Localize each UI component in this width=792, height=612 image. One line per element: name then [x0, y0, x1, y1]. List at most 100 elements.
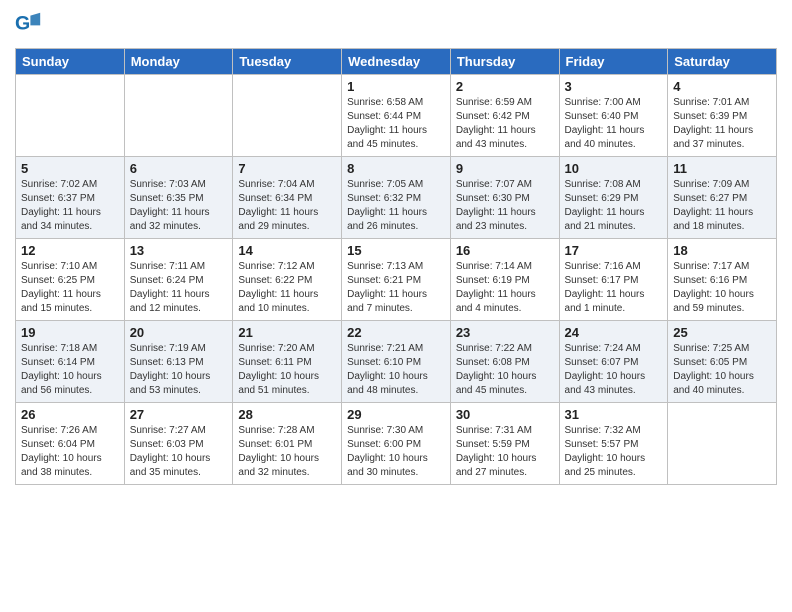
day-number: 19 [21, 325, 119, 340]
calendar-week-5: 26 Sunrise: 7:26 AM Sunset: 6:04 PM Dayli… [16, 403, 777, 485]
day-number: 3 [565, 79, 663, 94]
day-info: Sunrise: 7:03 AM Sunset: 6:35 PM Dayligh… [130, 178, 228, 234]
calendar-cell: 10 Sunrise: 7:08 AM Sunset: 6:29 PM Dayli… [559, 157, 668, 239]
weekday-header-thursday: Thursday [450, 49, 559, 75]
day-number: 22 [347, 325, 445, 340]
calendar-cell: 5 Sunrise: 7:02 AM Sunset: 6:37 PM Daylig… [16, 157, 125, 239]
calendar-cell: 25 Sunrise: 7:25 AM Sunset: 6:05 PM Dayli… [668, 321, 777, 403]
calendar-cell: 28 Sunrise: 7:28 AM Sunset: 6:01 PM Dayli… [233, 403, 342, 485]
day-number: 29 [347, 407, 445, 422]
day-info: Sunrise: 7:30 AM Sunset: 6:00 PM Dayligh… [347, 424, 445, 480]
day-number: 9 [456, 161, 554, 176]
calendar-cell [124, 75, 233, 157]
weekday-header-wednesday: Wednesday [342, 49, 451, 75]
weekday-header-tuesday: Tuesday [233, 49, 342, 75]
day-number: 2 [456, 79, 554, 94]
day-info: Sunrise: 7:19 AM Sunset: 6:13 PM Dayligh… [130, 342, 228, 398]
day-number: 7 [238, 161, 336, 176]
calendar-cell: 8 Sunrise: 7:05 AM Sunset: 6:32 PM Daylig… [342, 157, 451, 239]
day-number: 10 [565, 161, 663, 176]
day-number: 20 [130, 325, 228, 340]
day-number: 13 [130, 243, 228, 258]
day-info: Sunrise: 7:04 AM Sunset: 6:34 PM Dayligh… [238, 178, 336, 234]
logo-icon: G [15, 10, 43, 38]
calendar-cell [16, 75, 125, 157]
weekday-header-saturday: Saturday [668, 49, 777, 75]
day-number: 28 [238, 407, 336, 422]
calendar-cell: 14Sunrise: 7:12 AM Sunset: 6:22 PM Dayli… [233, 239, 342, 321]
day-info: Sunrise: 7:14 AM Sunset: 6:19 PM Dayligh… [456, 260, 554, 316]
calendar-cell: 16 Sunrise: 7:14 AM Sunset: 6:19 PM Dayli… [450, 239, 559, 321]
weekday-header-sunday: Sunday [16, 49, 125, 75]
calendar-week-2: 5 Sunrise: 7:02 AM Sunset: 6:37 PM Daylig… [16, 157, 777, 239]
calendar-cell: 29 Sunrise: 7:30 AM Sunset: 6:00 PM Dayli… [342, 403, 451, 485]
day-number: 14 [238, 243, 336, 258]
calendar-cell: 6 Sunrise: 7:03 AM Sunset: 6:35 PM Daylig… [124, 157, 233, 239]
calendar-cell: 2 Sunrise: 6:59 AM Sunset: 6:42 PM Daylig… [450, 75, 559, 157]
day-info: Sunrise: 7:21 AM Sunset: 6:10 PM Dayligh… [347, 342, 445, 398]
weekday-header-friday: Friday [559, 49, 668, 75]
calendar-cell [233, 75, 342, 157]
day-number: 31 [565, 407, 663, 422]
day-info: Sunrise: 7:20 AM Sunset: 6:11 PM Dayligh… [238, 342, 336, 398]
day-info: Sunrise: 7:07 AM Sunset: 6:30 PM Dayligh… [456, 178, 554, 234]
day-info: Sunrise: 7:01 AM Sunset: 6:39 PM Dayligh… [673, 96, 771, 152]
calendar-week-1: 1 Sunrise: 6:58 AM Sunset: 6:44 PM Daylig… [16, 75, 777, 157]
calendar-cell: 7 Sunrise: 7:04 AM Sunset: 6:34 PM Daylig… [233, 157, 342, 239]
calendar-cell: 12Sunrise: 7:10 AM Sunset: 6:25 PM Dayli… [16, 239, 125, 321]
day-info: Sunrise: 7:02 AM Sunset: 6:37 PM Dayligh… [21, 178, 119, 234]
calendar-cell: 24Sunrise: 7:24 AM Sunset: 6:07 PM Dayli… [559, 321, 668, 403]
calendar-cell: 21 Sunrise: 7:20 AM Sunset: 6:11 PM Dayli… [233, 321, 342, 403]
calendar-cell: 3Sunrise: 7:00 AM Sunset: 6:40 PM Daylig… [559, 75, 668, 157]
day-info: Sunrise: 7:13 AM Sunset: 6:21 PM Dayligh… [347, 260, 445, 316]
calendar-cell: 30 Sunrise: 7:31 AM Sunset: 5:59 PM Dayli… [450, 403, 559, 485]
calendar-cell: 22 Sunrise: 7:21 AM Sunset: 6:10 PM Dayli… [342, 321, 451, 403]
calendar-cell: 1 Sunrise: 6:58 AM Sunset: 6:44 PM Daylig… [342, 75, 451, 157]
day-info: Sunrise: 7:11 AM Sunset: 6:24 PM Dayligh… [130, 260, 228, 316]
day-number: 6 [130, 161, 228, 176]
day-info: Sunrise: 7:32 AM Sunset: 5:57 PM Dayligh… [565, 424, 663, 480]
day-number: 4 [673, 79, 771, 94]
day-number: 18 [673, 243, 771, 258]
day-number: 21 [238, 325, 336, 340]
day-number: 27 [130, 407, 228, 422]
day-info: Sunrise: 7:31 AM Sunset: 5:59 PM Dayligh… [456, 424, 554, 480]
page: G SundayMondayTuesdayWednesdayThursdayFr… [0, 0, 792, 500]
svg-text:G: G [15, 13, 30, 35]
day-number: 25 [673, 325, 771, 340]
calendar-cell: 18 Sunrise: 7:17 AM Sunset: 6:16 PM Dayli… [668, 239, 777, 321]
day-number: 26 [21, 407, 119, 422]
day-number: 17 [565, 243, 663, 258]
day-info: Sunrise: 7:24 AM Sunset: 6:07 PM Dayligh… [565, 342, 663, 398]
day-number: 30 [456, 407, 554, 422]
calendar-week-3: 12Sunrise: 7:10 AM Sunset: 6:25 PM Dayli… [16, 239, 777, 321]
day-info: Sunrise: 7:05 AM Sunset: 6:32 PM Dayligh… [347, 178, 445, 234]
calendar-cell: 31 Sunrise: 7:32 AM Sunset: 5:57 PM Dayli… [559, 403, 668, 485]
calendar-cell: 11 Sunrise: 7:09 AM Sunset: 6:27 PM Dayli… [668, 157, 777, 239]
header: G [15, 10, 777, 38]
day-info: Sunrise: 7:08 AM Sunset: 6:29 PM Dayligh… [565, 178, 663, 234]
day-info: Sunrise: 7:18 AM Sunset: 6:14 PM Dayligh… [21, 342, 119, 398]
calendar-cell: 23Sunrise: 7:22 AM Sunset: 6:08 PM Dayli… [450, 321, 559, 403]
day-info: Sunrise: 7:16 AM Sunset: 6:17 PM Dayligh… [565, 260, 663, 316]
day-info: Sunrise: 7:28 AM Sunset: 6:01 PM Dayligh… [238, 424, 336, 480]
day-number: 8 [347, 161, 445, 176]
day-info: Sunrise: 7:27 AM Sunset: 6:03 PM Dayligh… [130, 424, 228, 480]
day-number: 1 [347, 79, 445, 94]
day-number: 5 [21, 161, 119, 176]
day-info: Sunrise: 7:26 AM Sunset: 6:04 PM Dayligh… [21, 424, 119, 480]
weekday-header-monday: Monday [124, 49, 233, 75]
day-info: Sunrise: 7:17 AM Sunset: 6:16 PM Dayligh… [673, 260, 771, 316]
day-info: Sunrise: 7:09 AM Sunset: 6:27 PM Dayligh… [673, 178, 771, 234]
day-info: Sunrise: 6:58 AM Sunset: 6:44 PM Dayligh… [347, 96, 445, 152]
day-info: Sunrise: 7:25 AM Sunset: 6:05 PM Dayligh… [673, 342, 771, 398]
calendar-week-4: 19 Sunrise: 7:18 AM Sunset: 6:14 PM Dayli… [16, 321, 777, 403]
day-number: 11 [673, 161, 771, 176]
day-number: 16 [456, 243, 554, 258]
calendar-cell: 17 Sunrise: 7:16 AM Sunset: 6:17 PM Dayli… [559, 239, 668, 321]
calendar-cell: 19 Sunrise: 7:18 AM Sunset: 6:14 PM Dayli… [16, 321, 125, 403]
day-info: Sunrise: 7:10 AM Sunset: 6:25 PM Dayligh… [21, 260, 119, 316]
day-number: 23 [456, 325, 554, 340]
day-info: Sunrise: 6:59 AM Sunset: 6:42 PM Dayligh… [456, 96, 554, 152]
calendar-cell: 26 Sunrise: 7:26 AM Sunset: 6:04 PM Dayli… [16, 403, 125, 485]
